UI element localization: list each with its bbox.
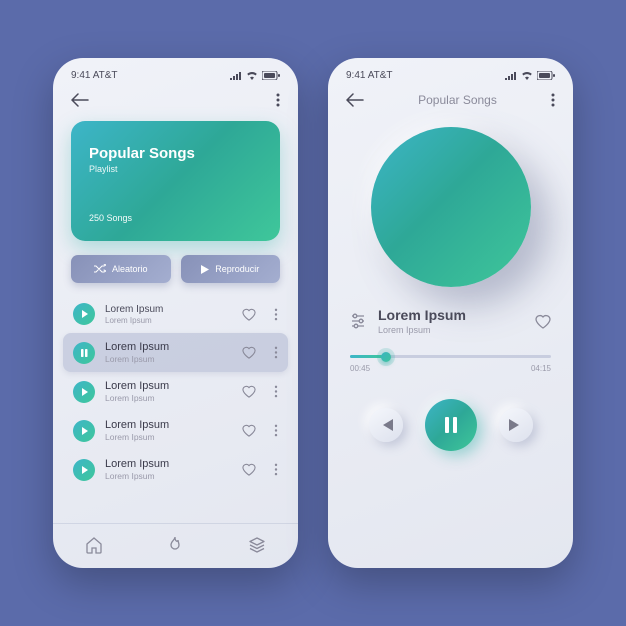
tab-bar: [53, 523, 298, 568]
more-icon[interactable]: [274, 463, 278, 476]
song-text: Lorem IpsumLorem Ipsum: [105, 458, 232, 481]
song-title: Lorem Ipsum: [105, 458, 232, 470]
skip-next-icon: [509, 419, 523, 431]
status-indicators: [230, 71, 280, 80]
status-bar: 9:41 AT&T: [328, 58, 573, 87]
layers-icon[interactable]: [248, 536, 266, 554]
song-row[interactable]: Lorem IpsumLorem Ipsum: [63, 333, 288, 372]
back-icon[interactable]: [346, 93, 364, 107]
heart-icon[interactable]: [242, 385, 256, 398]
player-screen: 9:41 AT&T Popular Songs Lorem Ipsum Lore…: [328, 58, 573, 568]
play-icon: [79, 309, 89, 319]
playlist-count: 250 Songs: [89, 213, 262, 223]
time-total: 04:15: [531, 364, 551, 373]
heart-icon[interactable]: [242, 463, 256, 476]
skip-previous-icon: [379, 419, 393, 431]
heart-icon[interactable]: [242, 308, 256, 321]
wifi-icon: [246, 71, 258, 80]
wifi-icon: [521, 71, 533, 80]
shuffle-label: Aleatorio: [112, 264, 148, 274]
heart-icon[interactable]: [535, 314, 551, 329]
player-controls: [328, 377, 573, 473]
track-artist: Lorem Ipsum: [378, 325, 523, 335]
pause-button[interactable]: [425, 399, 477, 451]
album-art[interactable]: [371, 127, 531, 287]
nav-bar: Popular Songs: [328, 87, 573, 117]
song-play-button[interactable]: [73, 303, 95, 325]
pause-icon: [444, 417, 458, 433]
song-row[interactable]: Lorem IpsumLorem Ipsum: [63, 450, 288, 489]
play-icon: [79, 426, 89, 436]
heart-icon[interactable]: [242, 346, 256, 359]
next-button[interactable]: [499, 408, 533, 442]
song-play-button[interactable]: [73, 381, 95, 403]
status-indicators: [505, 71, 555, 80]
track-title: Lorem Ipsum: [378, 307, 523, 323]
song-artist: Lorem Ipsum: [105, 393, 232, 403]
song-text: Lorem IpsumLorem Ipsum: [105, 341, 232, 364]
play-icon: [201, 265, 209, 274]
song-artist: Lorem Ipsum: [105, 471, 232, 481]
back-icon[interactable]: [71, 93, 89, 107]
home-icon[interactable]: [85, 536, 103, 554]
song-play-button[interactable]: [73, 420, 95, 442]
more-icon[interactable]: [551, 93, 555, 107]
song-title: Lorem Ipsum: [105, 304, 232, 315]
action-buttons: Aleatorio Reproducir: [53, 255, 298, 295]
nav-title: Popular Songs: [418, 93, 497, 107]
nav-bar: [53, 87, 298, 117]
equalizer-icon[interactable]: [350, 313, 366, 329]
song-title: Lorem Ipsum: [105, 419, 232, 431]
song-text: Lorem IpsumLorem Ipsum: [105, 380, 232, 403]
song-list: Lorem IpsumLorem IpsumLorem IpsumLorem I…: [53, 295, 298, 523]
album-art-container: [328, 117, 573, 307]
more-icon[interactable]: [274, 346, 278, 359]
song-text: Lorem IpsumLorem Ipsum: [105, 304, 232, 325]
song-artist: Lorem Ipsum: [105, 316, 232, 325]
more-icon[interactable]: [274, 308, 278, 321]
song-row[interactable]: Lorem IpsumLorem Ipsum: [63, 411, 288, 450]
playlist-subtitle: Playlist: [89, 164, 262, 174]
song-artist: Lorem Ipsum: [105, 354, 232, 364]
playlist-screen: 9:41 AT&T Popular Songs Playlist 250 Son…: [53, 58, 298, 568]
progress-thumb[interactable]: [381, 352, 391, 362]
song-title: Lorem Ipsum: [105, 341, 232, 353]
more-icon[interactable]: [274, 424, 278, 437]
song-row[interactable]: Lorem IpsumLorem Ipsum: [63, 295, 288, 333]
more-icon[interactable]: [276, 93, 280, 107]
song-play-button[interactable]: [73, 459, 95, 481]
song-row[interactable]: Lorem IpsumLorem Ipsum: [63, 372, 288, 411]
progress-section: 00:45 04:15: [328, 335, 573, 377]
shuffle-button[interactable]: Aleatorio: [71, 255, 171, 283]
status-time-carrier: 9:41 AT&T: [346, 70, 393, 81]
signal-icon: [505, 72, 517, 80]
time-elapsed: 00:45: [350, 364, 370, 373]
status-time-carrier: 9:41 AT&T: [71, 70, 118, 81]
track-meta: Lorem Ipsum Lorem Ipsum: [328, 307, 573, 335]
play-icon: [79, 387, 89, 397]
battery-icon: [537, 71, 555, 80]
playlist-title: Popular Songs: [89, 145, 262, 162]
signal-icon: [230, 72, 242, 80]
progress-bar[interactable]: [350, 355, 551, 358]
play-all-button[interactable]: Reproducir: [181, 255, 281, 283]
battery-icon: [262, 71, 280, 80]
status-bar: 9:41 AT&T: [53, 58, 298, 87]
song-title: Lorem Ipsum: [105, 380, 232, 392]
heart-icon[interactable]: [242, 424, 256, 437]
more-icon[interactable]: [274, 385, 278, 398]
song-play-button[interactable]: [73, 342, 95, 364]
song-artist: Lorem Ipsum: [105, 432, 232, 442]
play-all-label: Reproducir: [215, 264, 259, 274]
song-text: Lorem IpsumLorem Ipsum: [105, 419, 232, 442]
play-icon: [79, 465, 89, 475]
shuffle-icon: [94, 264, 106, 274]
previous-button[interactable]: [369, 408, 403, 442]
playlist-hero-card[interactable]: Popular Songs Playlist 250 Songs: [71, 121, 280, 241]
fire-icon[interactable]: [167, 536, 183, 554]
pause-icon: [79, 348, 89, 358]
